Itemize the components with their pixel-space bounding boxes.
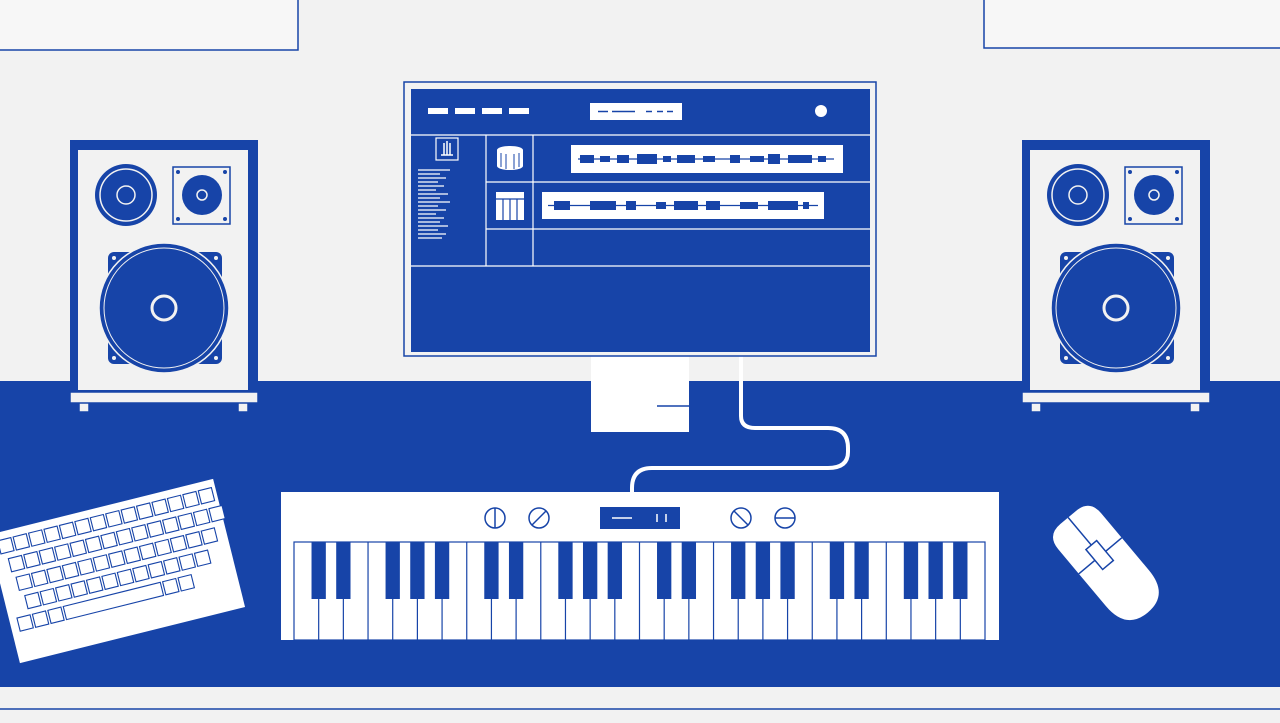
keyboard-key [123, 546, 142, 565]
keyboard-key [197, 486, 216, 505]
keyboard-key [77, 557, 95, 576]
black-key [607, 542, 622, 599]
drum-icon [497, 146, 523, 170]
keyboard-key [46, 565, 64, 584]
keyboard-key [178, 553, 197, 571]
keyboard-key [116, 568, 135, 587]
keyboard-key [107, 550, 126, 568]
black-key [558, 542, 573, 599]
black-key [928, 542, 943, 599]
speaker-right [1021, 140, 1211, 413]
keyboard-key [200, 527, 219, 545]
keyboard-key [138, 542, 157, 561]
keyboard-key [12, 533, 31, 551]
wall-frame-left [0, 0, 299, 51]
keyboard-key [69, 539, 88, 558]
monitor-stand [591, 354, 689, 432]
black-key [829, 542, 845, 599]
black-key [780, 542, 795, 599]
keyboard-key [177, 573, 196, 592]
keyboard-key [92, 554, 111, 572]
keyboard-key [182, 490, 200, 509]
keyboard-key [54, 583, 73, 602]
black-key [484, 542, 499, 599]
keyboard-key [53, 543, 72, 561]
black-key [953, 542, 968, 599]
keyboard-key [151, 498, 170, 517]
black-key [755, 542, 771, 599]
keyboard-key [132, 564, 150, 583]
black-key [434, 542, 450, 599]
record-indicator [815, 105, 827, 117]
keyboard-key [85, 576, 104, 594]
black-key [657, 542, 672, 599]
keyboard-key [154, 538, 172, 557]
keyboard-key [115, 527, 134, 546]
black-key [508, 542, 524, 599]
keyboard-key [105, 509, 123, 528]
keyboard-key [74, 517, 92, 536]
keyboard-key [58, 521, 77, 540]
keyboard-key [131, 523, 149, 542]
keyboard-key [120, 506, 139, 524]
keyboard-key [43, 525, 62, 544]
black-key [731, 542, 746, 599]
keyboard-key [61, 561, 80, 580]
keyboard-key [0, 536, 15, 555]
keyboard-key [169, 534, 188, 553]
keyboard-key [161, 516, 180, 534]
keyboard-key [147, 560, 166, 579]
keyboard-key [166, 494, 185, 513]
keyboard-key [24, 591, 42, 610]
keyboard-key [208, 504, 226, 523]
keyboard-key [7, 554, 26, 573]
keyboard-key [192, 508, 211, 527]
black-key [582, 542, 598, 599]
black-key [854, 542, 869, 599]
black-key [410, 542, 425, 599]
keyboard-key [100, 531, 118, 550]
keyboard-key [185, 531, 203, 549]
keyboard-key [135, 502, 154, 520]
keyboard-key [70, 580, 89, 598]
black-key [311, 542, 326, 599]
floor [0, 687, 1280, 723]
black-key [336, 542, 351, 599]
wall-frame-right [983, 0, 1280, 49]
keyboard-key [146, 520, 165, 538]
keyboard-key [31, 610, 50, 628]
keyboard-key [38, 547, 57, 565]
speaker-icon [95, 164, 157, 226]
keyboard-key [101, 572, 119, 591]
keyboard-key [23, 550, 41, 569]
keyboard-key [162, 557, 181, 575]
keyboard-key [161, 577, 180, 596]
keyboard-key [89, 513, 108, 532]
keyboard-key [30, 569, 49, 588]
midi-keyboard [281, 492, 999, 641]
black-key [903, 542, 919, 599]
keyboard-key [16, 614, 34, 632]
speaker-left [69, 140, 259, 413]
monitor [403, 81, 877, 357]
keyboard-key [177, 512, 196, 531]
black-key [681, 542, 697, 599]
keyboard-key [27, 529, 46, 547]
keyboard-key [84, 535, 103, 554]
black-key [385, 542, 400, 599]
keyboard-key [193, 549, 212, 568]
keyboard-key [15, 573, 34, 592]
keyboard-key [47, 606, 65, 625]
studio-scene [0, 0, 1280, 723]
piano-keys-icon [496, 192, 524, 220]
keyboard-key [39, 587, 58, 606]
